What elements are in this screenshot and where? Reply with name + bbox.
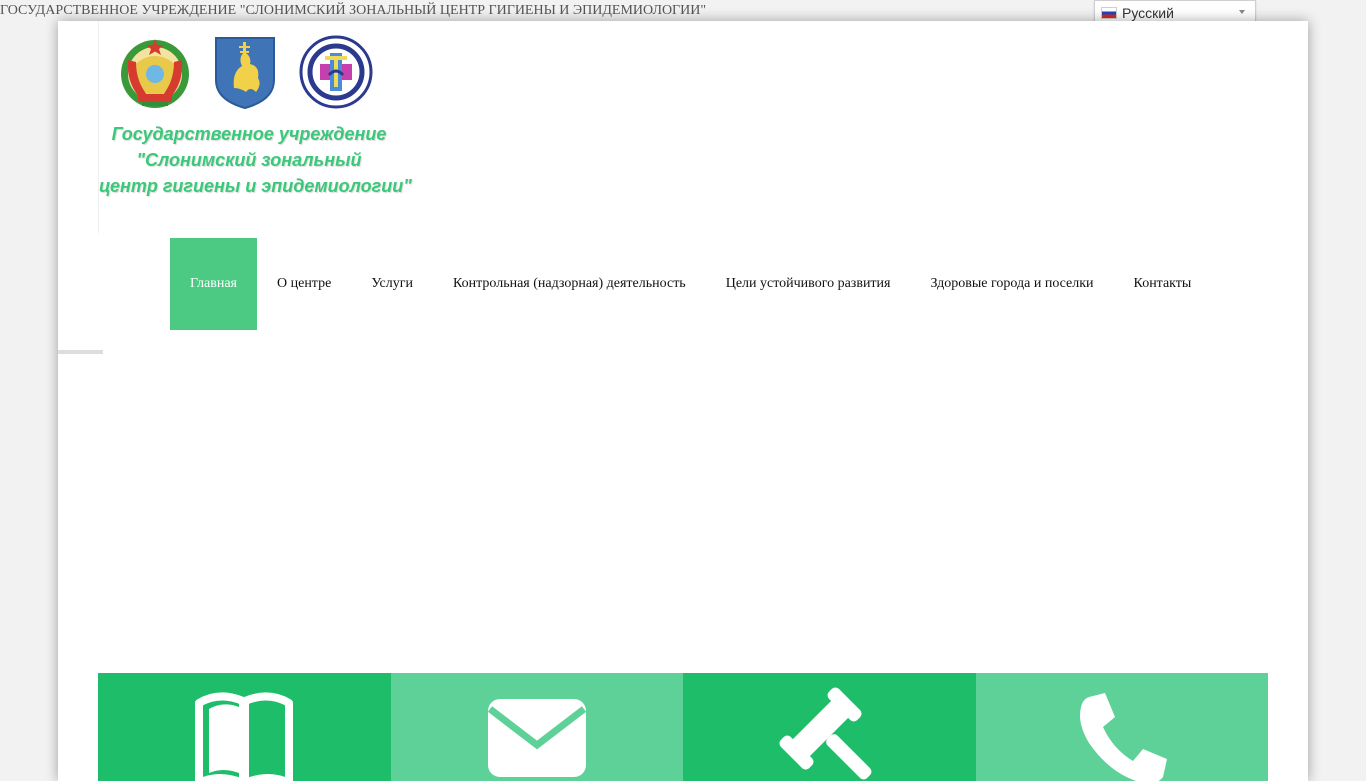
slider-progress-bar (58, 350, 103, 354)
nav-item-healthy-cities[interactable]: Здоровые города и поселки (910, 238, 1113, 330)
page-container: Государственное учреждение "Слонимский з… (58, 21, 1308, 781)
nav-item-services[interactable]: Услуги (351, 238, 433, 330)
phone-tile[interactable] (975, 673, 1268, 781)
book-icon (195, 692, 294, 781)
belarus-emblem-icon (121, 39, 189, 108)
logo-text-line: "Слонимский зональный (136, 150, 362, 170)
book-tile[interactable] (98, 673, 391, 781)
language-selected-label: Русский (1122, 4, 1174, 21)
quick-links-tiles (98, 673, 1268, 781)
center-logo-icon (299, 35, 373, 109)
logo-text-line: Государственное учреждение (111, 124, 387, 144)
grodno-coat-of-arms-icon (215, 37, 275, 110)
russia-flag-icon (1101, 6, 1117, 19)
logo-text: Государственное учреждение "Слонимский з… (99, 121, 412, 199)
gavel-icon (779, 687, 872, 780)
nav-item-home[interactable]: Главная (170, 238, 257, 330)
nav-item-about[interactable]: О центре (257, 238, 351, 330)
chevron-down-icon (1239, 10, 1245, 14)
site-title: ГОСУДАРСТВЕННОЕ УЧРЕЖДЕНИЕ "СЛОНИМСКИЙ З… (0, 3, 707, 18)
nav-item-sustainable-development[interactable]: Цели устойчивого развития (706, 238, 911, 330)
nav-item-supervision[interactable]: Контрольная (надзорная) деятельность (433, 238, 706, 330)
phone-icon (1079, 693, 1167, 781)
envelope-icon (487, 699, 586, 777)
logo-text-line: центр гигиены и эпидемиологии" (99, 176, 412, 196)
supervision-tile[interactable] (683, 673, 976, 781)
main-navigation: Главная О центре Услуги Контрольная (над… (170, 238, 1211, 330)
site-logo[interactable]: Государственное учреждение "Слонимский з… (98, 21, 412, 233)
mail-tile[interactable] (390, 673, 683, 781)
nav-item-contacts[interactable]: Контакты (1114, 238, 1212, 330)
